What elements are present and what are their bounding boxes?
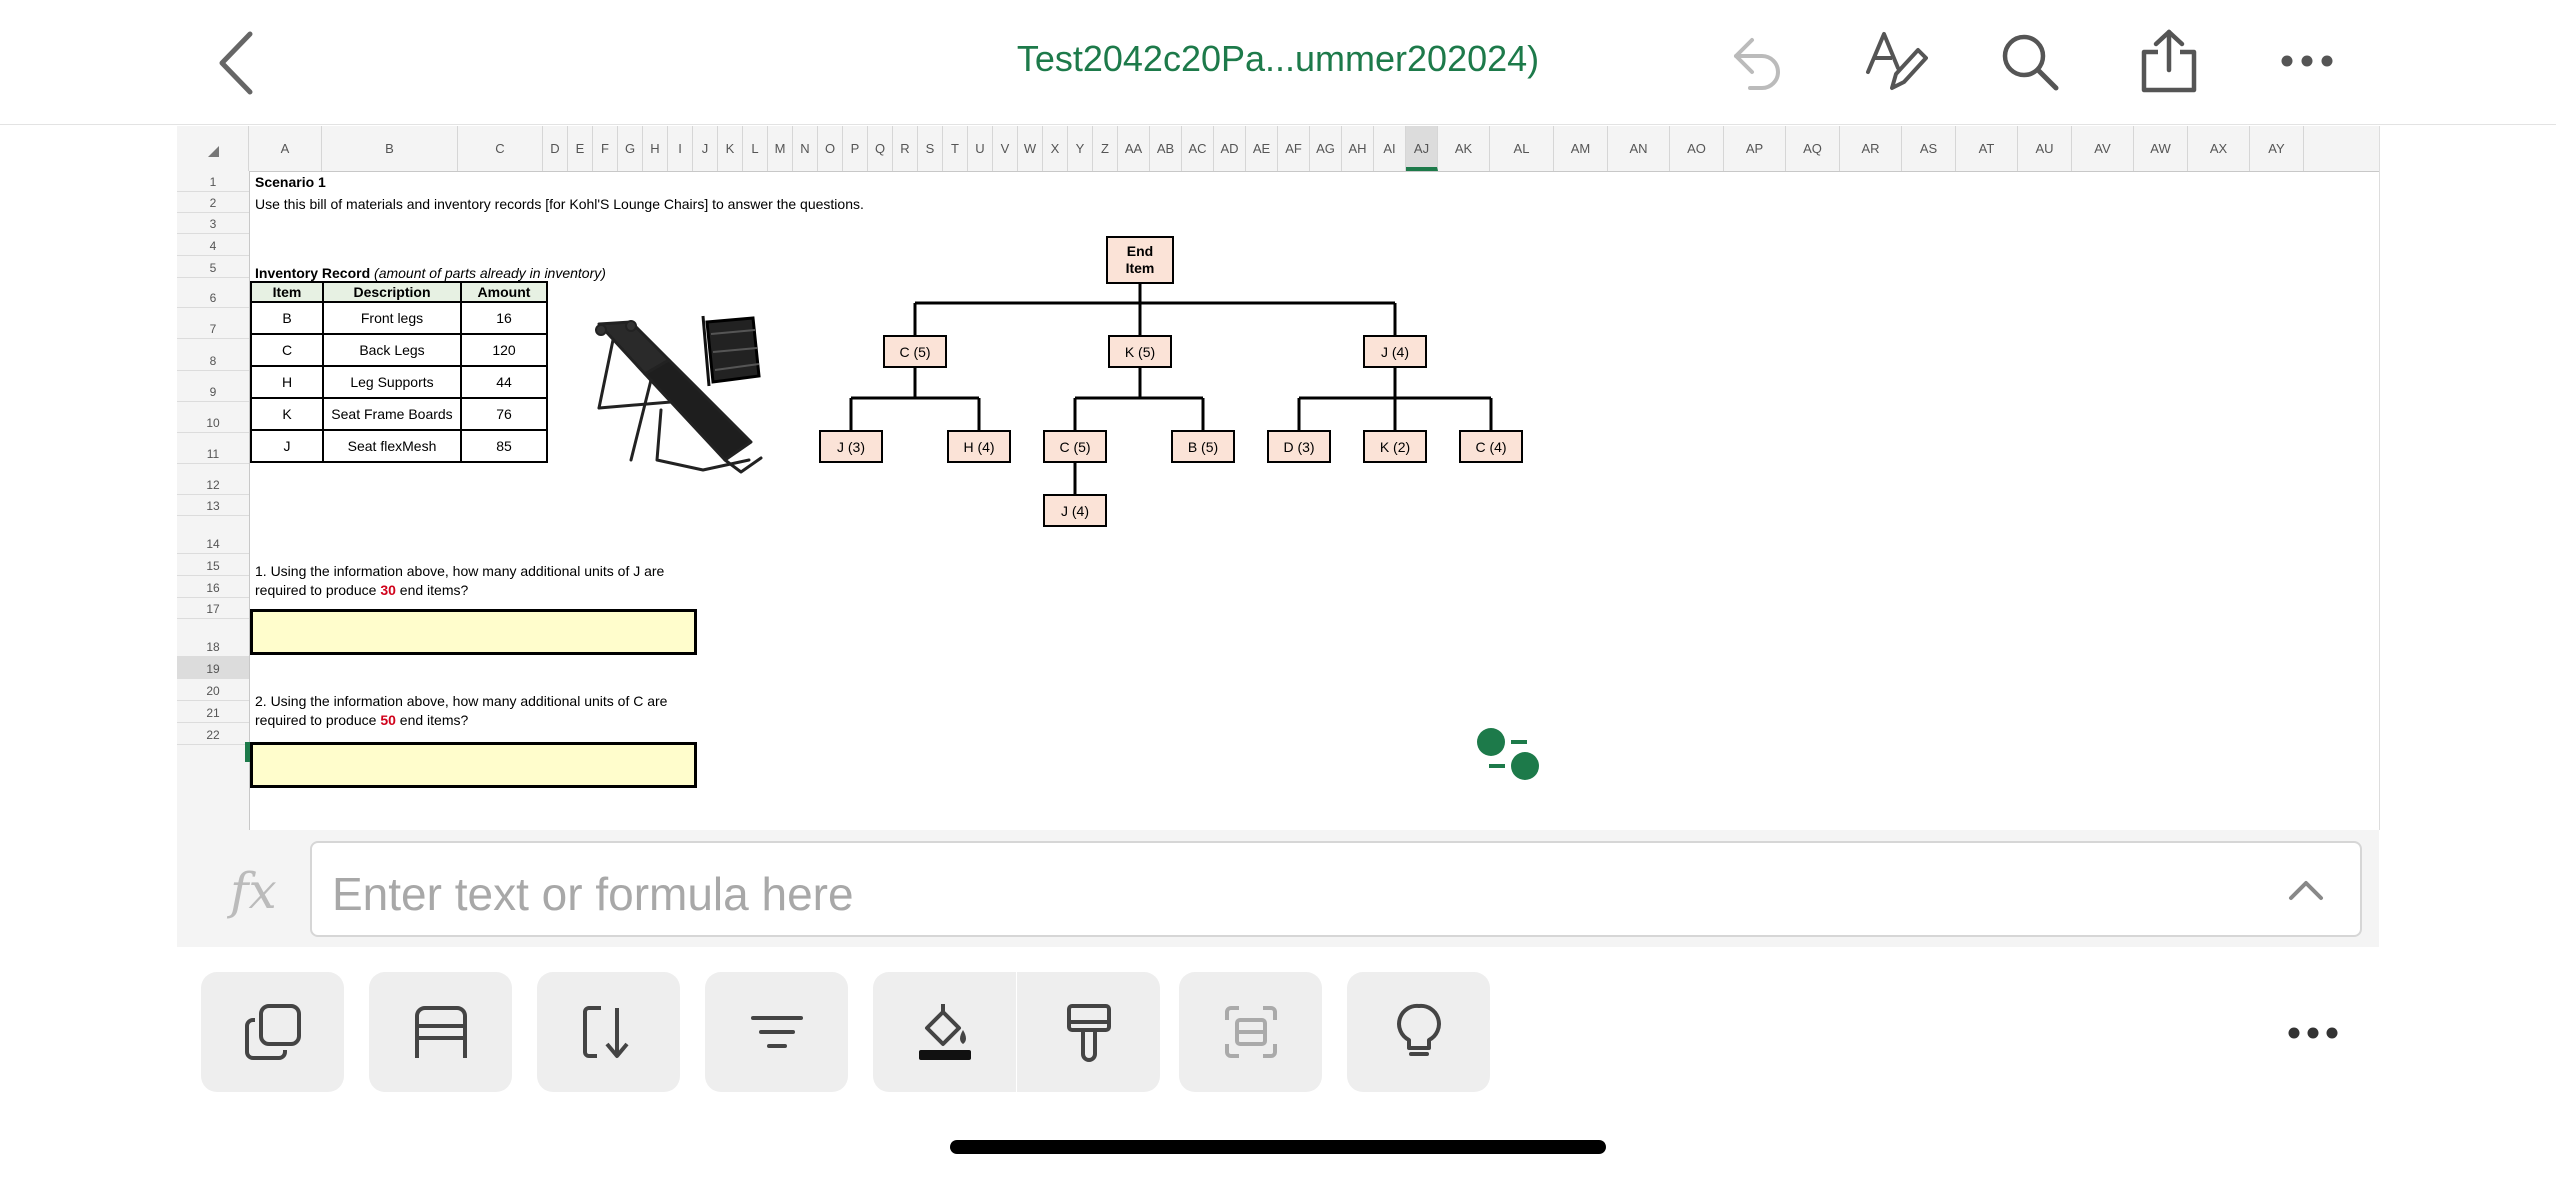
question-1-line1: 1. Using the information above, how many…	[255, 563, 665, 579]
bom-node-level2[interactable]: J (3)	[819, 430, 883, 463]
column-header[interactable]: AT	[1956, 126, 2018, 171]
filter-icon	[750, 1016, 803, 1048]
ideas-button[interactable]	[1347, 972, 1490, 1092]
question-2-line1: 2. Using the information above, how many…	[255, 693, 668, 709]
select-region-button[interactable]	[1179, 972, 1322, 1092]
row-header[interactable]: 18	[177, 619, 249, 657]
share-icon[interactable]	[2138, 28, 2200, 94]
ideas-lightbulb-icon	[1396, 1003, 1441, 1056]
question-2-line2: required to produce 50 end items?	[255, 712, 468, 728]
freeze-panes-button[interactable]	[369, 972, 512, 1092]
bom-node-level2[interactable]: D (3)	[1267, 430, 1331, 463]
question-2-pre: required to produce	[255, 712, 381, 728]
freeze-panes-icon	[414, 1006, 467, 1058]
copy-button[interactable]	[201, 972, 344, 1092]
bom-node-root-line2: Item	[1125, 260, 1155, 276]
question-1-post: end items?	[395, 582, 469, 598]
answer-2-cell[interactable]	[250, 742, 697, 788]
select-region-icon	[1224, 1006, 1277, 1058]
column-header[interactable]: AV	[2072, 126, 2134, 171]
chevron-up-icon[interactable]	[2288, 879, 2324, 901]
formula-input[interactable]: Enter text or formula here	[310, 841, 2362, 937]
cell-selection-handle-icon[interactable]	[1475, 726, 1545, 789]
question-1-line2: required to produce 30 end items?	[255, 582, 468, 598]
spreadsheet-grid[interactable]: A B C D E F G H I J K L M N O P Q R S T U V W X Y Z AA AB AC AD AE AF AG…	[177, 126, 2380, 830]
bom-node-level1[interactable]: K (5)	[1108, 335, 1172, 368]
sort-icon	[582, 1006, 629, 1058]
column-header[interactable]: AQ	[1786, 126, 1840, 171]
copy-icon	[244, 1004, 301, 1060]
bom-node-root[interactable]: End Item	[1106, 236, 1174, 284]
row-header[interactable]: 22	[177, 723, 249, 745]
more-icon[interactable]	[2280, 54, 2334, 68]
answer-1-cell[interactable]	[250, 609, 697, 655]
question-1-pre: required to produce	[255, 582, 381, 598]
row-header[interactable]: 20	[177, 679, 249, 701]
toolbar-more-icon[interactable]	[2288, 1026, 2338, 1044]
bom-node-level2[interactable]: C (4)	[1459, 430, 1523, 463]
bom-node-level2[interactable]: B (5)	[1171, 430, 1235, 463]
question-2-post: end items?	[395, 712, 469, 728]
search-icon[interactable]	[2000, 32, 2060, 92]
row-header[interactable]: 21	[177, 701, 249, 723]
column-header[interactable]: AX	[2188, 126, 2250, 171]
text-format-pen-icon[interactable]	[1864, 28, 1928, 94]
fill-color-icon	[918, 1004, 971, 1060]
bom-node-root-line1: End	[1126, 243, 1154, 259]
bom-tree-connectors	[849, 284, 1493, 494]
format-painter-button[interactable]	[1017, 972, 1160, 1092]
bom-node-level1[interactable]: J (4)	[1363, 335, 1427, 368]
column-header[interactable]: AW	[2134, 126, 2188, 171]
home-indicator[interactable]	[950, 1140, 1606, 1154]
question-1-number: 30	[380, 582, 396, 598]
format-painter-icon	[1066, 1004, 1111, 1062]
fill-color-button[interactable]	[873, 972, 1016, 1092]
bom-node-level2[interactable]: C (5)	[1043, 430, 1107, 463]
fx-icon[interactable]: fx	[230, 862, 277, 920]
row-header[interactable]: 19	[177, 657, 249, 679]
active-cell-marker	[245, 742, 250, 762]
bom-node-level3[interactable]: J (4)	[1043, 494, 1107, 527]
row-header[interactable]: 15	[177, 554, 249, 576]
row-header[interactable]: 16	[177, 576, 249, 598]
formula-placeholder: Enter text or formula here	[332, 868, 854, 920]
undo-icon[interactable]	[1726, 28, 1786, 94]
row-header[interactable]: 17	[177, 598, 249, 619]
column-header[interactable]: AR	[1840, 126, 1902, 171]
sort-button[interactable]	[537, 972, 680, 1092]
column-header[interactable]: AS	[1902, 126, 1956, 171]
bom-node-level2[interactable]: H (4)	[947, 430, 1011, 463]
filter-button[interactable]	[705, 972, 848, 1092]
column-header[interactable]: AY	[2250, 126, 2304, 171]
column-header[interactable]: AU	[2018, 126, 2072, 171]
bom-node-level1[interactable]: C (5)	[883, 335, 947, 368]
question-2-number: 50	[380, 712, 396, 728]
bom-node-level2[interactable]: K (2)	[1363, 430, 1427, 463]
